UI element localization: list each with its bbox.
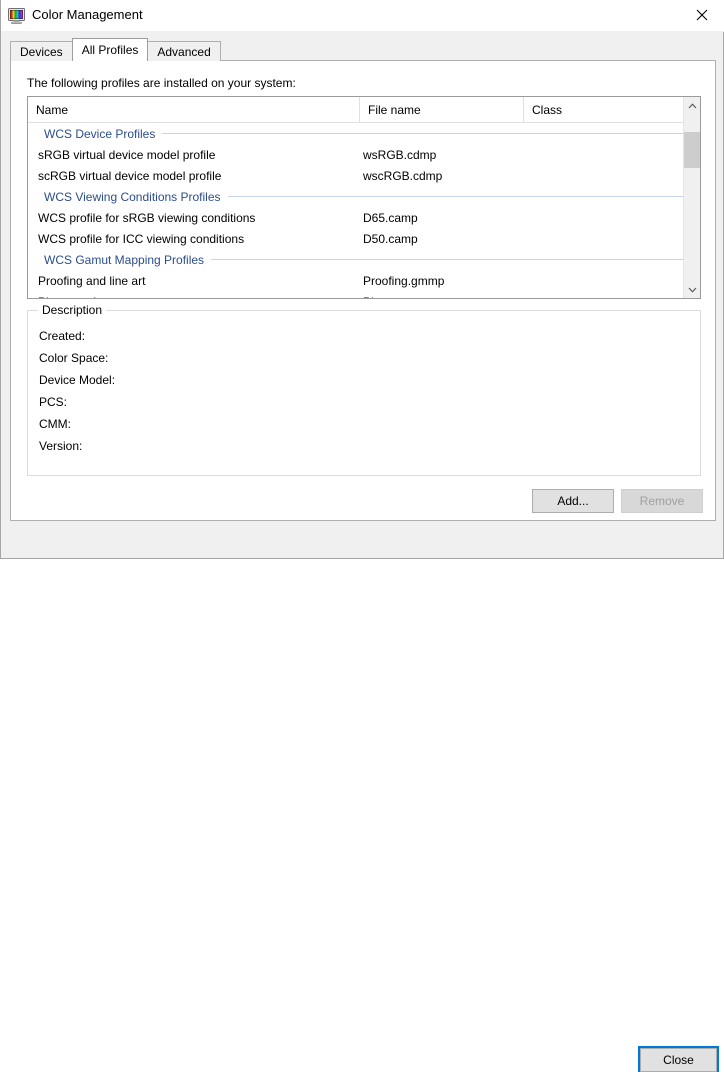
scrollbar-thumb[interactable] (684, 132, 700, 168)
table-row[interactable]: Proofing and line art Proofing.gmmp (28, 270, 700, 291)
cell-file-name: Photo.gmmp (363, 291, 431, 299)
group-divider (211, 259, 700, 260)
window-title: Color Management (32, 7, 143, 22)
chevron-down-icon[interactable] (684, 281, 700, 298)
description-field-color-space: Color Space: (39, 347, 115, 369)
list-body: WCS Device Profiles sRGB virtual device … (28, 123, 700, 299)
remove-button-label: Remove (639, 494, 685, 508)
add-button[interactable]: Add... (532, 489, 614, 513)
cell-file-name: wscRGB.cdmp (363, 168, 443, 183)
cell-name: Proofing and line art (38, 273, 146, 288)
description-field-created: Created: (39, 325, 115, 347)
color-monitor-icon (8, 8, 25, 24)
list-group-header[interactable]: WCS Viewing Conditions Profiles (28, 186, 700, 207)
group-divider (162, 133, 700, 134)
tab-advanced-label: Advanced (157, 44, 211, 59)
list-group-header-label: WCS Gamut Mapping Profiles (44, 252, 205, 267)
table-row[interactable]: scRGB virtual device model profile wscRG… (28, 165, 700, 186)
description-field-color-space-label: Color Space: (39, 351, 109, 365)
chevron-up-icon[interactable] (684, 97, 700, 114)
list-group-header-label: WCS Device Profiles (44, 126, 156, 141)
description-legend: Description (38, 303, 107, 317)
column-header-file-name[interactable]: File name (359, 97, 523, 122)
remove-button: Remove (621, 489, 703, 513)
cell-file-name: D65.camp (363, 210, 418, 225)
description-fields: Created: Color Space: Device Model: PCS:… (39, 325, 115, 457)
group-divider (227, 196, 700, 197)
cell-name: WCS profile for ICC viewing conditions (38, 231, 245, 246)
table-row[interactable]: sRGB virtual device model profile wsRGB.… (28, 144, 700, 165)
tab-devices[interactable]: Devices (10, 41, 73, 61)
list-vertical-scrollbar[interactable] (683, 97, 700, 298)
add-button-label: Add... (557, 494, 589, 508)
close-button[interactable]: Close (638, 1046, 719, 1072)
description-field-device-model: Device Model: (39, 369, 115, 391)
tab-advanced[interactable]: Advanced (147, 41, 221, 61)
description-field-cmm: CMM: (39, 413, 115, 435)
column-header-file-name-label: File name (368, 102, 421, 117)
column-header-class[interactable]: Class (523, 97, 683, 122)
list-header: Name File name Class (28, 97, 700, 123)
cell-name: sRGB virtual device model profile (38, 147, 216, 162)
description-field-version: Version: (39, 435, 115, 457)
cell-file-name: wsRGB.cdmp (363, 147, 437, 162)
cell-name: WCS profile for sRGB viewing conditions (38, 210, 256, 225)
table-row[interactable]: Photography Photo.gmmp (28, 291, 700, 299)
column-header-name[interactable]: Name (28, 97, 359, 122)
description-field-cmm-label: CMM: (39, 417, 71, 431)
cell-name: scRGB virtual device model profile (38, 168, 222, 183)
profiles-list[interactable]: Name File name Class WCS Device Profiles… (27, 96, 701, 299)
scrollbar-track[interactable] (684, 114, 700, 281)
intro-text: The following profiles are installed on … (27, 76, 296, 90)
table-row[interactable]: WCS profile for ICC viewing conditions D… (28, 228, 700, 249)
cell-file-name: Proofing.gmmp (363, 273, 445, 288)
all-profiles-panel: The following profiles are installed on … (10, 60, 716, 521)
description-field-version-label: Version: (39, 439, 83, 453)
description-field-created-label: Created: (39, 329, 86, 343)
list-group-header[interactable]: WCS Device Profiles (28, 123, 700, 144)
tab-all-profiles[interactable]: All Profiles (71, 38, 149, 61)
description-field-pcs: PCS: (39, 391, 115, 413)
column-header-class-label: Class (532, 102, 563, 117)
description-groupbox: Description Created: Color Space: Device… (27, 303, 701, 476)
list-group-header-label: WCS Viewing Conditions Profiles (44, 189, 221, 204)
table-row[interactable]: WCS profile for sRGB viewing conditions … (28, 207, 700, 228)
close-icon[interactable] (679, 0, 724, 30)
close-button-label: Close (663, 1053, 694, 1067)
tab-strip: Devices All Profiles Advanced (10, 38, 221, 61)
list-group-header[interactable]: WCS Gamut Mapping Profiles (28, 249, 700, 270)
tab-all-profiles-label: All Profiles (81, 43, 139, 57)
cell-file-name: D50.camp (363, 231, 418, 246)
description-field-pcs-label: PCS: (39, 395, 68, 409)
title-bar: Color Management (1, 0, 724, 32)
color-management-window: Color Management Devices All Profiles Ad… (0, 0, 724, 1072)
description-field-device-model-label: Device Model: (39, 373, 116, 387)
dialog-footer: Close (1, 521, 723, 1072)
cell-name: Photography (38, 291, 106, 299)
column-header-name-label: Name (36, 102, 69, 117)
tab-devices-label: Devices (20, 44, 63, 59)
